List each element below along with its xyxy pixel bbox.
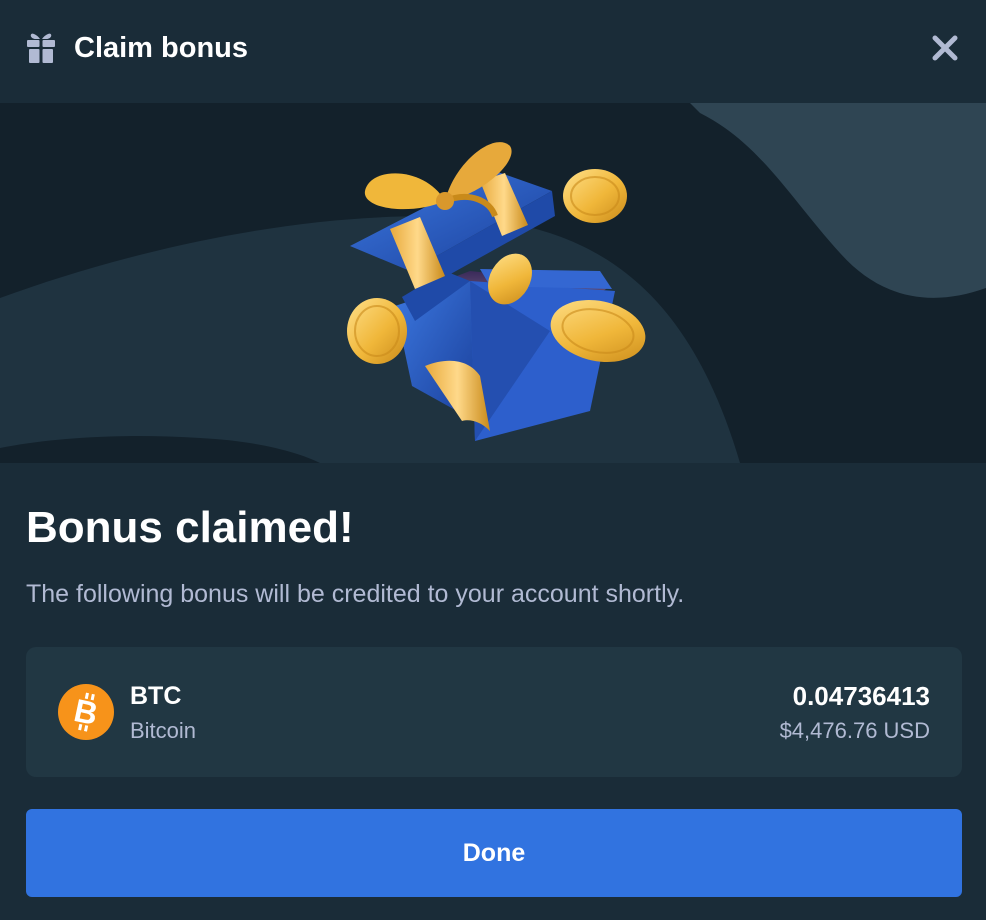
done-button[interactable]: Done	[26, 809, 962, 897]
currency-name: Bitcoin	[130, 718, 197, 743]
close-icon[interactable]	[925, 28, 965, 68]
modal-header: Claim bonus	[0, 0, 986, 103]
bonus-description: The following bonus will be credited to …	[26, 580, 685, 608]
bonus-amount: 0.04736413	[792, 681, 930, 711]
bonus-fiat-value: $4,476.76 USD	[779, 718, 930, 743]
bonus-claimed-heading: Bonus claimed!	[26, 503, 354, 552]
hero-banner	[0, 103, 986, 463]
modal-title: Claim bonus	[74, 32, 249, 64]
bitcoin-icon: B	[58, 684, 114, 740]
claim-bonus-modal: Claim bonus Bonus claimed! The following…	[0, 0, 986, 920]
currency-symbol: BTC	[130, 682, 182, 710]
bonus-card: B BTC Bitcoin 0.04736413 $4,476.76 USD	[26, 647, 962, 777]
gift-box-illustration	[347, 142, 646, 441]
gift-icon	[27, 33, 55, 63]
